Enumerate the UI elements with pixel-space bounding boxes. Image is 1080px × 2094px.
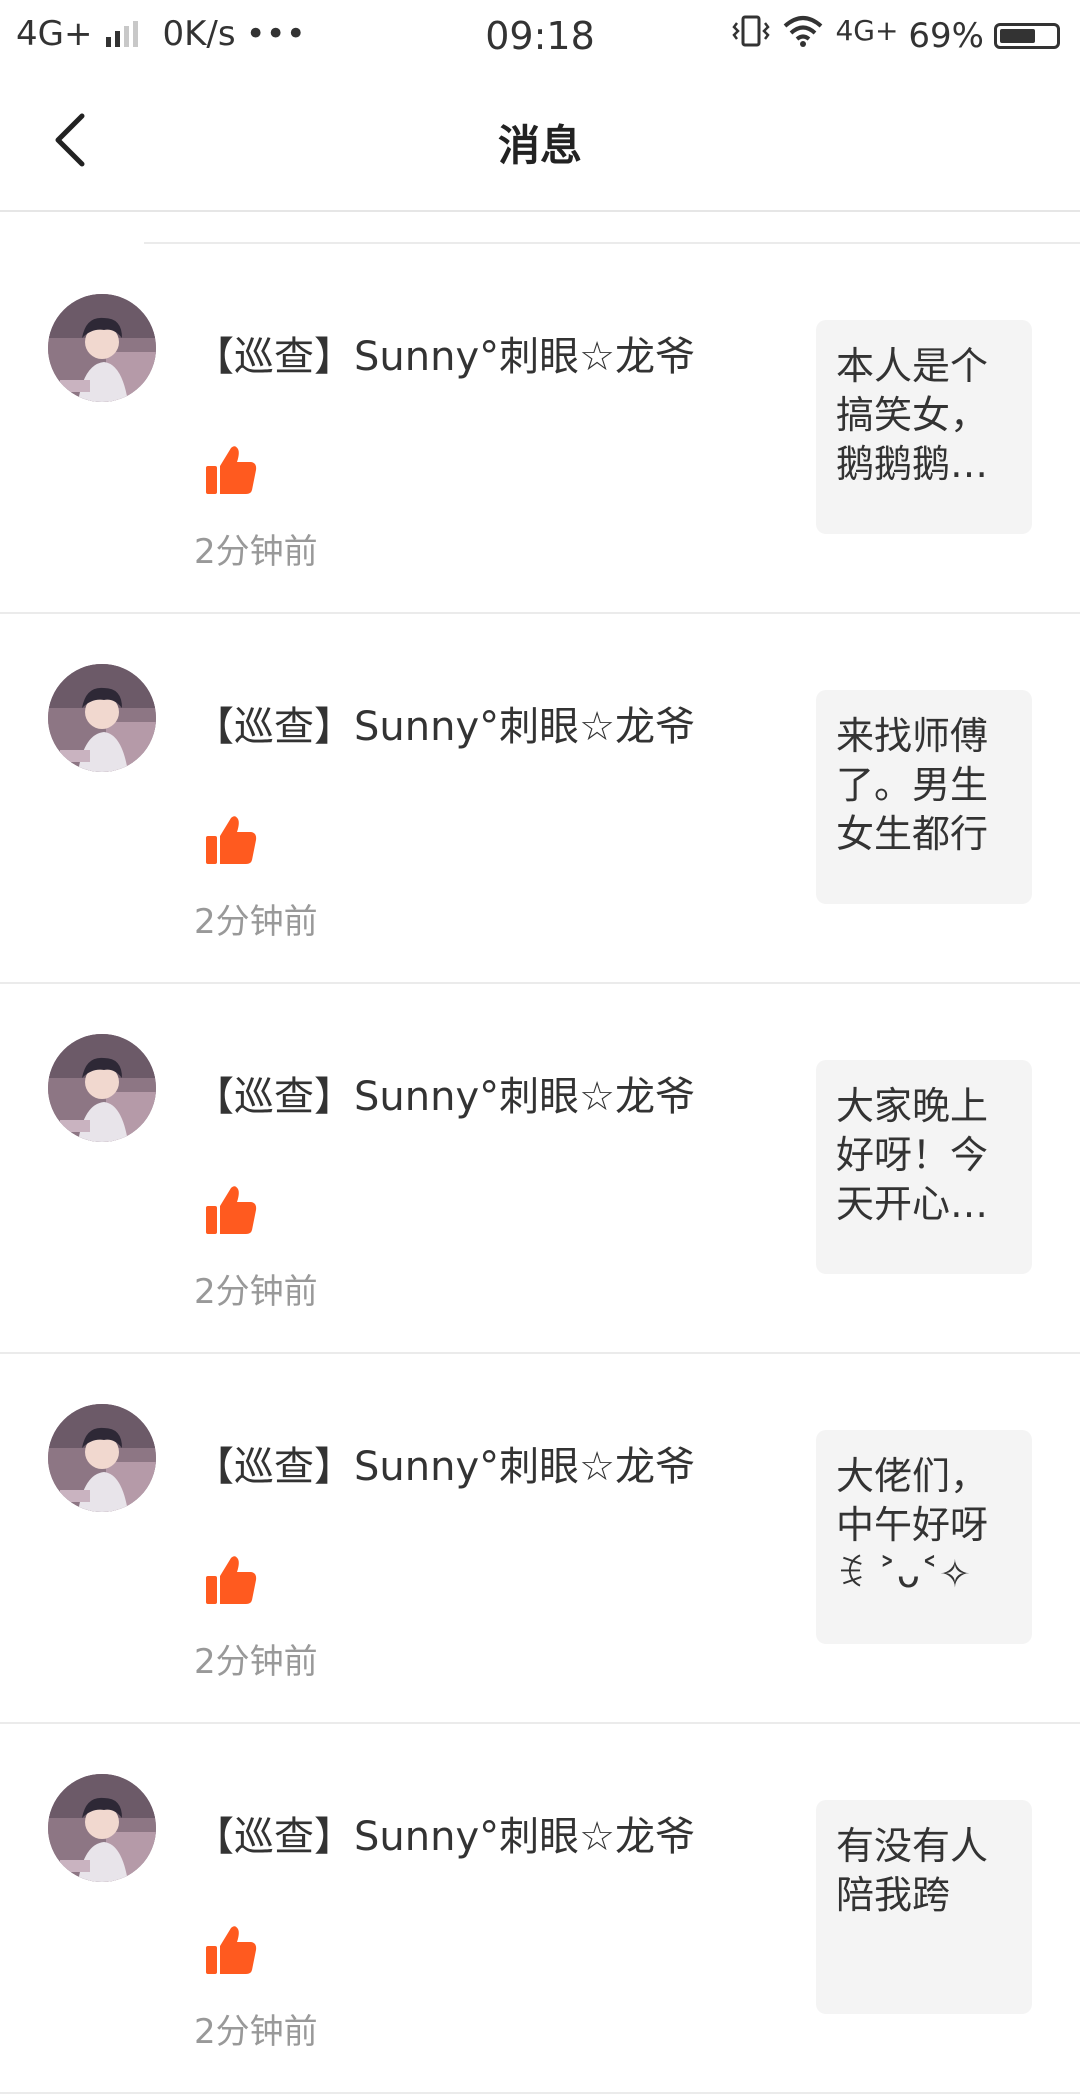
vibrate-icon [731, 14, 771, 57]
message-time: 2分钟前 [194, 902, 318, 942]
avatar[interactable] [48, 1774, 156, 1882]
message-item[interactable]: 【巡查】Sunny°刺眼☆龙爷 2分钟前 本人是个搞笑女，鹅鹅鹅… [0, 244, 1080, 614]
status-bar: 4G+ 0K/s ••• 09:18 4G+ 69% [0, 0, 1080, 72]
post-preview[interactable]: 来找师傅了。男生女生都行 [816, 690, 1032, 904]
thumbs-up-icon [204, 444, 258, 498]
message-item[interactable]: 【巡查】Sunny°刺眼☆龙爷 2分钟前 有没有人陪我跨 [0, 1724, 1080, 2094]
page-title: 消息 [497, 121, 582, 170]
message-list[interactable]: 【巡查】Sunny°刺眼☆龙爷 2分钟前 本人是个搞笑女，鹅鹅鹅… 【巡查】Su… [0, 212, 1080, 2094]
wifi-icon [781, 14, 825, 57]
message-time: 2分钟前 [194, 2012, 318, 2052]
thumbs-up-icon [204, 1554, 258, 1608]
message-item[interactable]: 【巡查】Sunny°刺眼☆龙爷 2分钟前 大家晚上好呀！今天开心… [0, 984, 1080, 1354]
post-preview[interactable]: 有没有人陪我跨 [816, 1800, 1032, 2014]
message-item[interactable]: 【巡查】Sunny°刺眼☆龙爷 2分钟前 大佬们，中午好呀ꉂ ˃ᴗ˂✧ [0, 1354, 1080, 1724]
battery-percent: 69% [908, 15, 984, 56]
sender-name: 【巡查】Sunny°刺眼☆龙爷 [194, 334, 695, 380]
battery-icon [994, 22, 1060, 49]
sender-name: 【巡查】Sunny°刺眼☆龙爷 [194, 704, 695, 750]
thumbs-up-icon [204, 1924, 258, 1978]
status-right: 4G+ 69% [731, 14, 1060, 57]
post-preview[interactable]: 大佬们，中午好呀ꉂ ˃ᴗ˂✧ [816, 1430, 1032, 1644]
message-time: 2分钟前 [194, 1272, 318, 1312]
avatar[interactable] [48, 294, 156, 402]
thumbs-up-icon [204, 1184, 258, 1238]
sender-name: 【巡查】Sunny°刺眼☆龙爷 [194, 1074, 695, 1120]
avatar[interactable] [48, 664, 156, 772]
message-time: 2分钟前 [194, 1642, 318, 1682]
sender-name: 【巡查】Sunny°刺眼☆龙爷 [194, 1444, 695, 1490]
header: 消息 [0, 72, 1080, 212]
message-time: 2分钟前 [194, 532, 318, 572]
post-preview[interactable]: 本人是个搞笑女，鹅鹅鹅… [816, 320, 1032, 534]
wifi-network-type: 4G+ [835, 14, 899, 47]
avatar[interactable] [48, 1404, 156, 1512]
post-preview[interactable]: 大家晚上好呀！今天开心… [816, 1060, 1032, 1274]
message-item[interactable]: 【巡查】Sunny°刺眼☆龙爷 2分钟前 来找师傅了。男生女生都行 [0, 614, 1080, 984]
thumbs-up-icon [204, 814, 258, 868]
sender-name: 【巡查】Sunny°刺眼☆龙爷 [194, 1814, 695, 1860]
avatar[interactable] [48, 1034, 156, 1142]
